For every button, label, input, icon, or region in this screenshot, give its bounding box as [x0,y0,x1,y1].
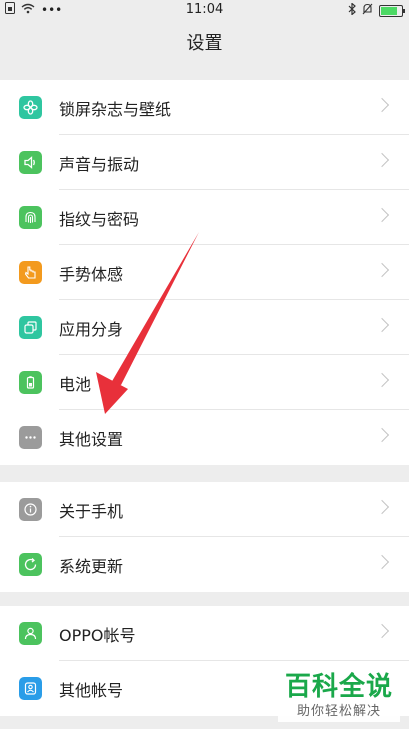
settings-group-system: 关于手机 系统更新 [0,482,409,592]
settings-item-label: 其他设置 [59,429,124,449]
settings-item-fingerprint-password[interactable]: 指纹与密码 [0,190,409,245]
page-title: 设置 [186,33,223,54]
chevron-right-icon [374,97,390,113]
chevron-right-icon [374,554,390,570]
clone-icon [19,316,42,339]
update-icon [19,553,42,576]
settings-item-label: 其他帐号 [59,680,124,700]
info-icon [19,498,42,521]
chevron-right-icon [374,372,390,388]
settings-item-battery[interactable]: 电池 [0,355,409,410]
battery-fill [381,6,397,15]
watermark-logo: 百科全说 助你轻松解决 [278,662,400,722]
user-icon [19,622,42,645]
settings-item-lockscreen-wallpaper[interactable]: 锁屏杂志与壁纸 [0,80,409,135]
watermark-subtitle: 助你轻松解决 [296,704,381,719]
chevron-right-icon [374,499,390,515]
battery-tip [403,8,405,13]
fingerprint-icon [19,206,42,229]
settings-item-oppo-account[interactable]: OPPO帐号 [0,606,409,661]
settings-item-label: 系统更新 [59,556,124,576]
chevron-right-icon [374,427,390,443]
settings-group-main: 锁屏杂志与壁纸 声音与振动 指纹与密码 手势体感 应用分身 电池 其他设置 [0,80,409,465]
hand-icon [19,261,42,284]
settings-item-app-clone[interactable]: 应用分身 [0,300,409,355]
speaker-icon [19,151,42,174]
settings-item-sound-vibration[interactable]: 声音与振动 [0,135,409,190]
bluetooth-icon [348,2,356,18]
settings-item-about-phone[interactable]: 关于手机 [0,482,409,537]
status-right-icons [348,2,405,18]
status-bar: ••• 11:04 [0,0,409,20]
settings-item-label: 应用分身 [59,319,124,339]
chevron-right-icon [374,152,390,168]
more-icon [19,426,42,449]
settings-item-label: 锁屏杂志与壁纸 [59,99,172,119]
chevron-right-icon [374,623,390,639]
settings-item-label: OPPO帐号 [59,625,136,645]
settings-item-label: 电池 [59,374,92,394]
battery-icon [19,371,42,394]
watermark-title: 百科全说 [284,672,393,702]
battery-status-icon [379,4,405,17]
settings-item-label: 指纹与密码 [59,209,140,229]
settings-item-label: 手势体感 [59,264,124,284]
chevron-right-icon [374,262,390,278]
settings-item-other-settings[interactable]: 其他设置 [0,410,409,465]
settings-item-gestures[interactable]: 手势体感 [0,245,409,300]
chevron-right-icon [374,207,390,223]
chevron-right-icon [374,317,390,333]
settings-item-label: 关于手机 [59,501,124,521]
flower-icon [19,96,42,119]
account-icon [19,677,42,700]
mute-icon [362,3,373,18]
settings-item-label: 声音与振动 [59,154,140,174]
settings-item-system-update[interactable]: 系统更新 [0,537,409,592]
